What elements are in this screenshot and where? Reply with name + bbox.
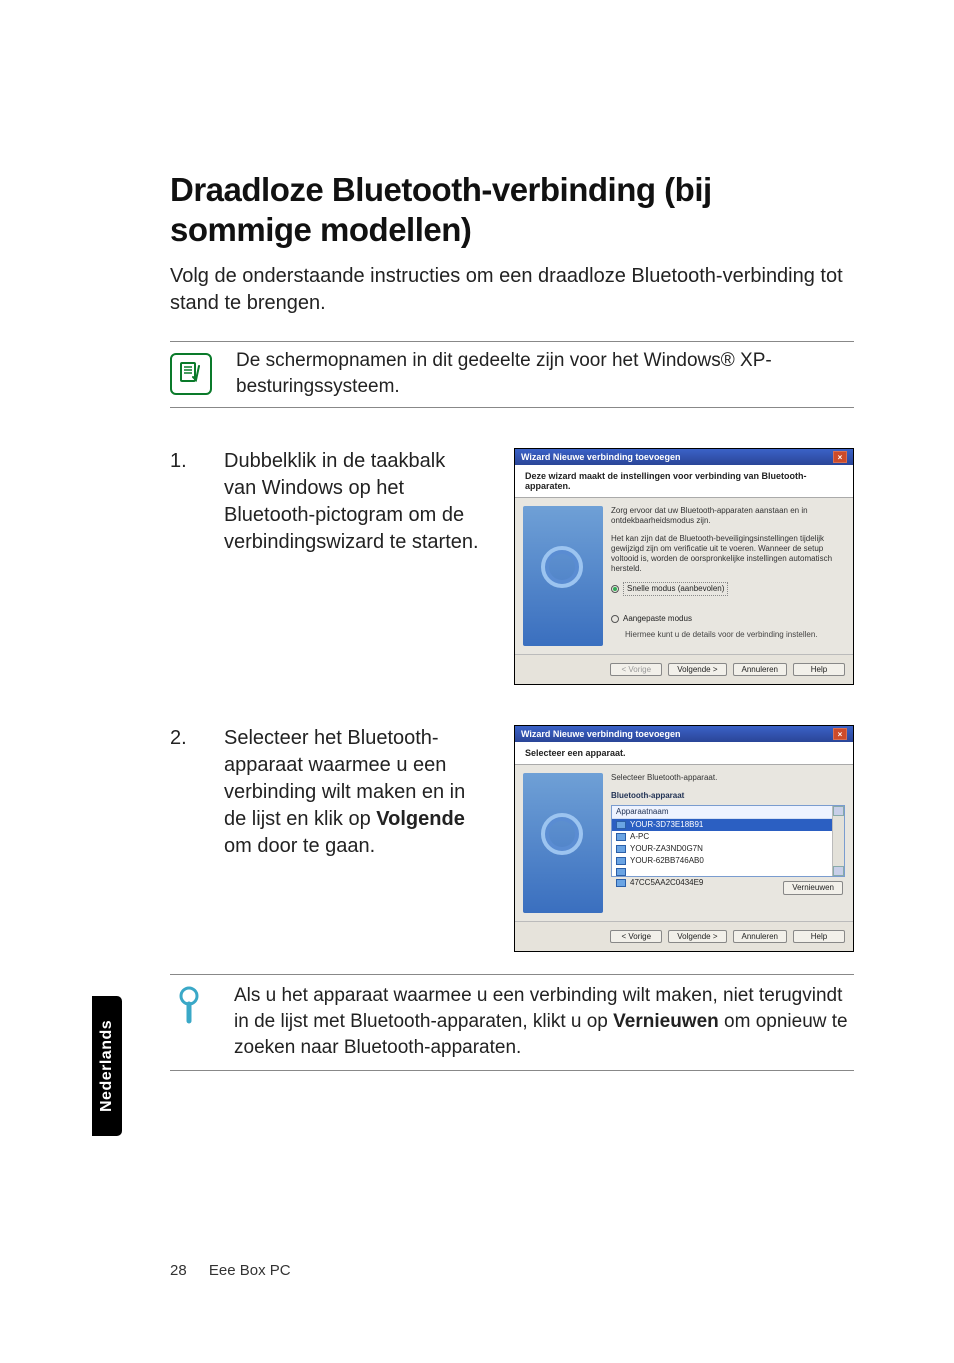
- scroll-up-icon[interactable]: [833, 806, 844, 816]
- window-title: Wizard Nieuwe verbinding toevoegen: [521, 729, 680, 739]
- radio-custom-mode[interactable]: Aangepaste modus: [611, 614, 845, 624]
- wizard-header: Selecteer een apparaat.: [515, 742, 853, 765]
- intro-text: Volg de onderstaande instructies om een …: [170, 263, 854, 317]
- refresh-button[interactable]: Vernieuwen: [783, 881, 843, 895]
- radio-sublabel: Hiermee kunt u de details voor de verbin…: [625, 630, 845, 640]
- list-item[interactable]: YOUR-ZA3ND0G7N: [612, 843, 832, 855]
- radio-label: Aangepaste modus: [623, 614, 692, 624]
- step-rest: van Windows op het Bluetooth-pictogram o…: [224, 477, 479, 553]
- device-name: 47CC5AA2C0434E9: [630, 878, 703, 888]
- group-label: Bluetooth-apparaat: [611, 791, 845, 801]
- page-number: 28: [170, 1262, 187, 1279]
- wizard-instruction-2: Het kan zijn dat de Bluetooth-beveiligin…: [611, 534, 845, 574]
- pc-icon: [616, 821, 626, 829]
- device-name: YOUR-ZA3ND0G7N: [630, 844, 703, 854]
- step-number: 1.: [170, 448, 202, 473]
- page-footer: 28 Eee Box PC: [170, 1262, 291, 1279]
- note-icon: [170, 353, 212, 395]
- step-lead: Selecteer het Bluetooth-: [224, 727, 439, 749]
- cancel-button[interactable]: Annuleren: [733, 930, 787, 943]
- page-title: Draadloze Bluetooth-verbinding (bij somm…: [170, 170, 854, 249]
- wizard-instruction-1: Zorg ervoor dat uw Bluetooth-apparaten a…: [611, 506, 845, 526]
- wizard2-screenshot: Wizard Nieuwe verbinding toevoegen × Sel…: [514, 725, 854, 952]
- note-block: De schermopnamen in dit gedeelte zijn vo…: [170, 341, 854, 408]
- device-name: YOUR-62BB746AB0: [630, 856, 704, 866]
- tip-block: Als u het apparaat waarmee u een verbind…: [170, 974, 854, 1071]
- back-button: < Vorige: [610, 663, 662, 676]
- cancel-button[interactable]: Annuleren: [733, 663, 787, 676]
- scroll-down-icon[interactable]: [833, 866, 844, 876]
- device-listbox[interactable]: Apparaatnaam YOUR-3D73E18B91 A-PC YOUR-Z…: [611, 805, 845, 877]
- help-button[interactable]: Help: [793, 930, 845, 943]
- step-rest-post: om door te gaan.: [224, 835, 375, 857]
- column-header: Apparaatnaam: [612, 806, 832, 819]
- pc-icon: [616, 879, 626, 887]
- page-content: Draadloze Bluetooth-verbinding (bij somm…: [0, 0, 954, 1071]
- wizard-header: Deze wizard maakt de instellingen voor v…: [515, 465, 853, 498]
- tip-text: Als u het apparaat waarmee u een verbind…: [234, 983, 854, 1060]
- pc-icon: [616, 857, 626, 865]
- pc-icon: [616, 845, 626, 853]
- help-button[interactable]: Help: [793, 663, 845, 676]
- radio-icon: [611, 615, 619, 623]
- radio-label: Snelle modus (aanbevolen): [623, 582, 728, 596]
- language-tab: Nederlands: [92, 996, 122, 1136]
- window-titlebar: Wizard Nieuwe verbinding toevoegen ×: [515, 449, 853, 465]
- device-name: A-PC: [630, 832, 649, 842]
- list-item[interactable]: A-PC: [612, 831, 832, 843]
- window-titlebar: Wizard Nieuwe verbinding toevoegen ×: [515, 726, 853, 742]
- next-button[interactable]: Volgende >: [668, 930, 726, 943]
- step-number: 2.: [170, 725, 202, 750]
- window-title: Wizard Nieuwe verbinding toevoegen: [521, 452, 680, 462]
- step-1: 1. Dubbelklik in de taakbalk van Windows…: [170, 448, 854, 685]
- pc-icon: [616, 868, 626, 876]
- next-button[interactable]: Volgende >: [668, 663, 726, 676]
- radio-icon: [611, 585, 619, 593]
- list-item[interactable]: YOUR-3D73E18B91: [612, 819, 832, 831]
- close-icon[interactable]: ×: [833, 451, 847, 463]
- step-text: Selecteer het Bluetooth-apparaat waarmee…: [224, 725, 492, 860]
- step-lead: Dubbelklik in de taakbalk: [224, 450, 445, 472]
- step-bold: Volgende: [376, 808, 465, 830]
- device-name: YOUR-3D73E18B91: [630, 820, 703, 830]
- list-item[interactable]: [612, 867, 832, 877]
- wizard-illustration: [523, 506, 603, 646]
- wizard-prompt: Selecteer Bluetooth-apparaat.: [611, 773, 845, 783]
- back-button[interactable]: < Vorige: [610, 930, 662, 943]
- wizard-illustration: [523, 773, 603, 913]
- pc-icon: [616, 833, 626, 841]
- tip-bold: Vernieuwen: [613, 1011, 719, 1032]
- product-name: Eee Box PC: [209, 1262, 291, 1279]
- scrollbar[interactable]: [832, 806, 844, 876]
- magnifier-icon: [170, 983, 210, 1025]
- step-2: 2. Selecteer het Bluetooth-apparaat waar…: [170, 725, 854, 952]
- note-text: De schermopnamen in dit gedeelte zijn vo…: [236, 348, 854, 399]
- wizard-button-row: < Vorige Volgende > Annuleren Help: [515, 921, 853, 951]
- wizard1-screenshot: Wizard Nieuwe verbinding toevoegen × Dez…: [514, 448, 854, 685]
- list-item[interactable]: YOUR-62BB746AB0: [612, 855, 832, 867]
- radio-quick-mode[interactable]: Snelle modus (aanbevolen): [611, 582, 845, 596]
- wizard-button-row: < Vorige Volgende > Annuleren Help: [515, 654, 853, 684]
- close-icon[interactable]: ×: [833, 728, 847, 740]
- step-text: Dubbelklik in de taakbalk van Windows op…: [224, 448, 492, 556]
